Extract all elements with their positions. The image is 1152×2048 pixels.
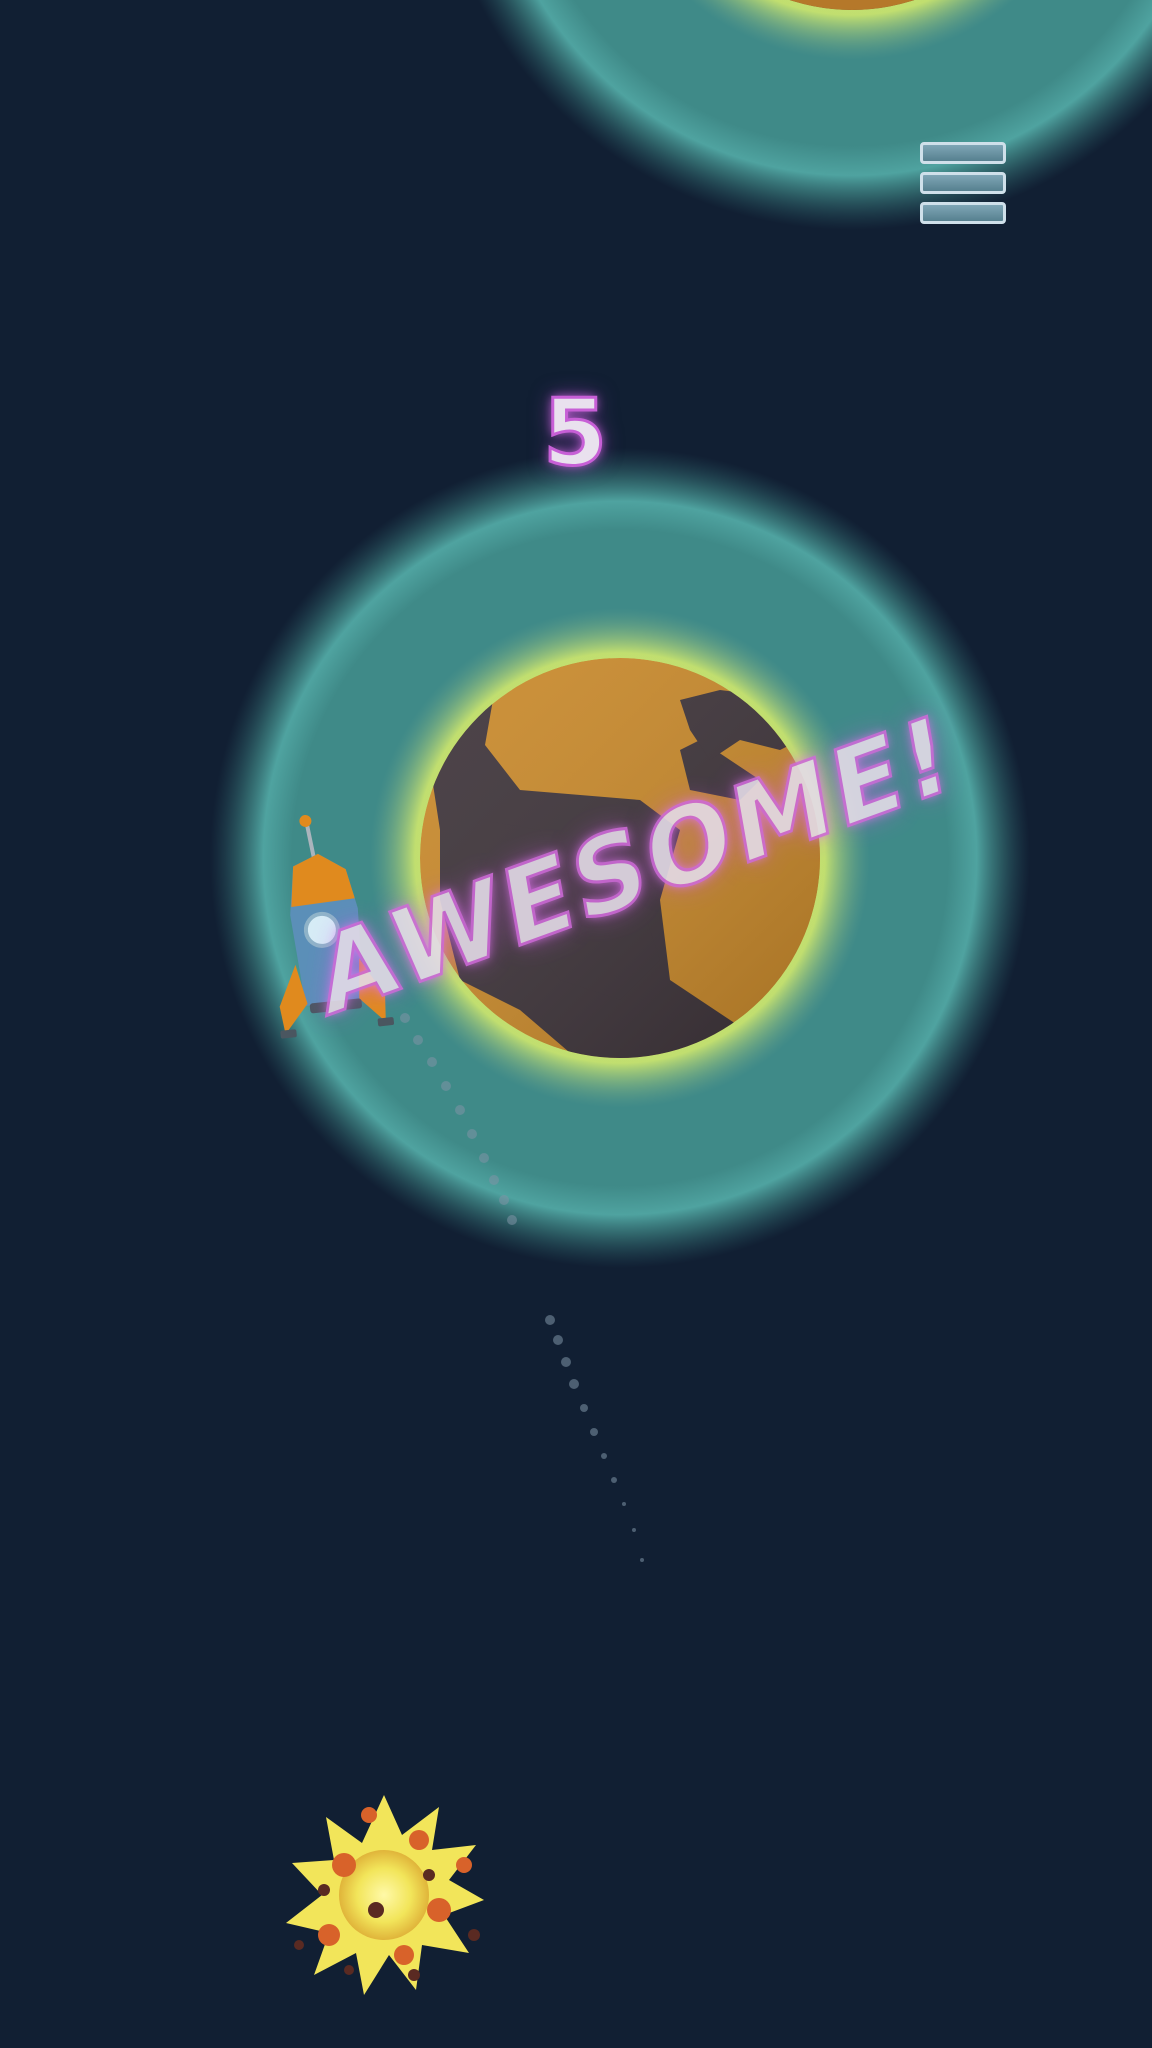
game-screen[interactable]: 5 AWESOME! xyxy=(0,0,1152,2048)
hamburger-menu-icon[interactable] xyxy=(918,138,1010,230)
explosion xyxy=(286,1795,484,1995)
score-counter: 5 xyxy=(541,378,609,488)
menu-bar xyxy=(920,172,1006,194)
top-planet xyxy=(477,0,1152,230)
menu-bar xyxy=(920,202,1006,224)
menu-bar xyxy=(920,142,1006,164)
game-canvas xyxy=(210,0,1152,1995)
